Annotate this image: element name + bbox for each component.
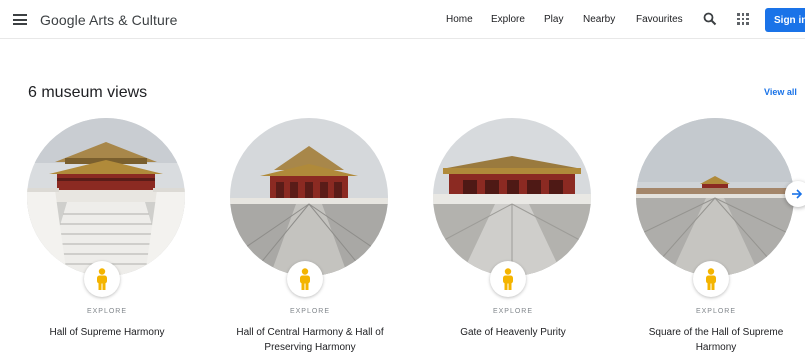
sign-in-button[interactable]: Sign in bbox=[765, 8, 805, 32]
card-title[interactable]: Hall of Supreme Harmony bbox=[22, 325, 192, 340]
nav-home[interactable]: Home bbox=[446, 14, 473, 25]
pegman-icon bbox=[706, 268, 716, 290]
card-label: EXPLORE bbox=[289, 308, 331, 315]
arrow-right-icon bbox=[792, 189, 803, 199]
card-title[interactable]: Gate of Heavenly Purity bbox=[428, 325, 598, 340]
museum-view-card[interactable]: EXPLORE Hall of Central Harmony & Hall o… bbox=[225, 118, 395, 353]
section-title: 6 museum views bbox=[28, 84, 148, 101]
card-title[interactable]: Hall of Central Harmony & Hall of Preser… bbox=[225, 325, 395, 355]
site-logo[interactable]: Google Arts & Culture bbox=[40, 12, 178, 28]
panorama-thumbnail bbox=[433, 118, 591, 276]
panorama-thumbnail bbox=[230, 118, 388, 276]
pegman-badge bbox=[84, 261, 120, 297]
pegman-icon bbox=[97, 268, 107, 290]
panorama-thumbnail bbox=[27, 118, 185, 276]
carousel-next-button[interactable] bbox=[785, 181, 805, 207]
nav-play[interactable]: Play bbox=[544, 14, 563, 25]
apps-grid-icon[interactable] bbox=[737, 13, 749, 25]
pegman-badge bbox=[490, 261, 526, 297]
pegman-icon bbox=[300, 268, 310, 290]
card-label: EXPLORE bbox=[86, 308, 128, 315]
card-label: EXPLORE bbox=[695, 308, 737, 315]
card-title[interactable]: Square of the Hall of Supreme Harmony bbox=[631, 325, 801, 355]
pegman-badge bbox=[693, 261, 729, 297]
pegman-icon bbox=[503, 268, 513, 290]
top-app-bar: Google Arts & Culture Home Explore Play … bbox=[0, 0, 805, 39]
view-all-link[interactable]: View all bbox=[764, 87, 797, 97]
museum-view-card[interactable]: EXPLORE Gate of Heavenly Purity bbox=[428, 118, 598, 353]
nav-explore[interactable]: Explore bbox=[491, 14, 525, 25]
nav-nearby[interactable]: Nearby bbox=[583, 14, 615, 25]
card-label: EXPLORE bbox=[492, 308, 534, 315]
menu-icon[interactable] bbox=[13, 14, 27, 25]
nav-favourites[interactable]: Favourites bbox=[636, 14, 683, 25]
panorama-thumbnail bbox=[636, 118, 794, 276]
museum-view-card[interactable]: EXPLORE Hall of Supreme Harmony bbox=[22, 118, 192, 353]
pegman-badge bbox=[287, 261, 323, 297]
search-icon[interactable] bbox=[703, 12, 717, 26]
museum-view-card[interactable]: EXPLORE Square of the Hall of Supreme Ha… bbox=[631, 118, 801, 353]
